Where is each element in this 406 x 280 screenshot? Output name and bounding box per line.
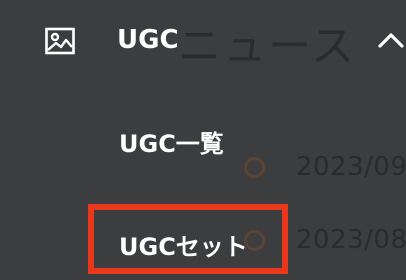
news-date: 2023/08 [296, 225, 406, 255]
highlight-box [88, 204, 288, 274]
sidebar-item-ugc-list[interactable]: UGC一覧 [119, 124, 224, 159]
screen: ニュース 2023/09 2023/08 UGC UGC一覧 UGCセット [0, 0, 406, 280]
news-date: 2023/09 [296, 152, 406, 182]
sidebar-section-label: UGC [117, 25, 179, 55]
chevron-up-icon[interactable] [376, 28, 406, 52]
circle-icon [244, 156, 265, 178]
image-icon [45, 27, 75, 55]
news-list-item[interactable]: 2023/09 [244, 152, 406, 182]
sidebar-section-ugc[interactable]: UGC [0, 12, 406, 68]
